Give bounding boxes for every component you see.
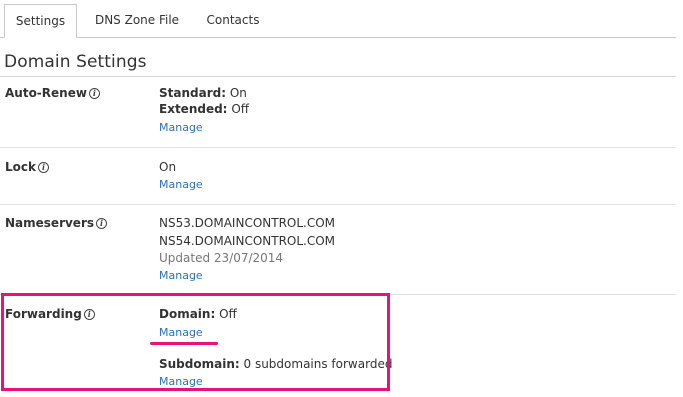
tab-settings[interactable]: Settings	[4, 4, 77, 38]
auto-renew-manage-link[interactable]: Manage	[159, 121, 203, 134]
tab-divider	[0, 37, 676, 38]
nameserver-2: NS54.DOMAINCONTROL.COM	[159, 234, 336, 248]
info-icon[interactable]: i	[88, 87, 100, 99]
info-icon[interactable]: i	[96, 217, 108, 229]
auto-renew-label-text: Auto-Renew	[5, 86, 87, 100]
page-title: Domain Settings	[4, 52, 147, 72]
extended-value: Off	[231, 102, 250, 116]
title-divider	[0, 76, 676, 77]
standard-key: Standard:	[159, 86, 227, 100]
tab-dns-zone-file[interactable]: DNS Zone File	[88, 4, 186, 38]
tab-contacts[interactable]: Contacts	[197, 4, 269, 38]
highlight-underline-mark	[150, 342, 218, 345]
auto-renew-extended: Extended: Off	[159, 102, 249, 116]
lock-value: On	[159, 160, 177, 174]
row-divider	[0, 147, 676, 148]
nameservers-label-text: Nameservers	[5, 216, 95, 230]
info-icon[interactable]: i	[37, 161, 49, 173]
lock-manage-link[interactable]: Manage	[159, 178, 203, 191]
auto-renew-standard: Standard: On	[159, 86, 247, 100]
standard-value: On	[229, 86, 247, 100]
nameservers-manage-link[interactable]: Manage	[159, 269, 203, 282]
lock-label-text: Lock	[5, 160, 36, 174]
tab-bar: Settings DNS Zone File Contacts	[0, 0, 683, 38]
extended-key: Extended:	[159, 102, 228, 116]
lock-label: Lock i	[5, 160, 49, 174]
nameservers-updated: Updated 23/07/2014	[159, 251, 284, 265]
nameservers-label: Nameservers i	[5, 216, 108, 230]
auto-renew-label: Auto-Renew i	[5, 86, 100, 100]
row-divider	[0, 204, 676, 205]
nameserver-1: NS53.DOMAINCONTROL.COM	[159, 216, 336, 230]
